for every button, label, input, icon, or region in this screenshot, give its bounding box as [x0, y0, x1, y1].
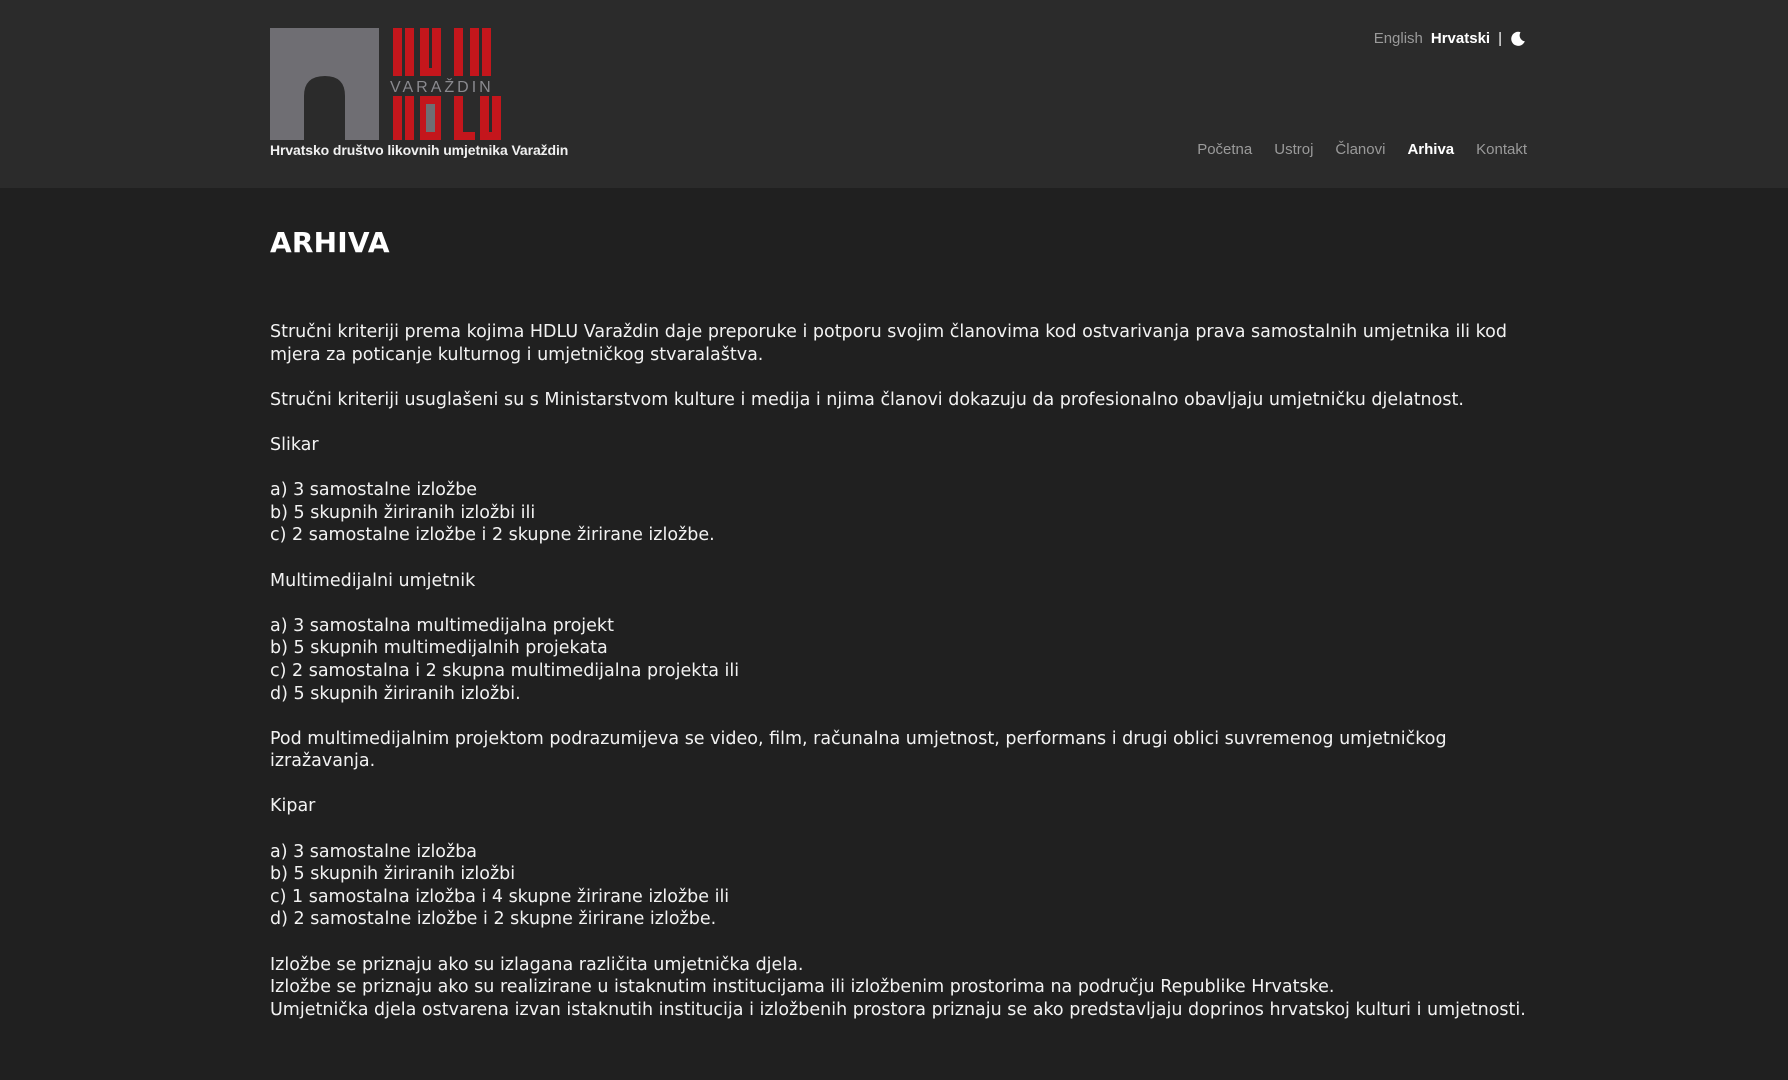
paragraph: Stručni kriteriji usuglašeni su s Minist…: [270, 389, 1530, 412]
text-line: d) 5 skupnih žiriranih izložbi.: [270, 683, 521, 704]
nav-item-pocetna[interactable]: Početna: [1197, 141, 1252, 158]
lang-english-link[interactable]: English: [1374, 30, 1423, 47]
paragraph: Pod multimedijalnim projektom podrazumij…: [270, 728, 1530, 773]
nav-item-ustroj[interactable]: Ustroj: [1274, 141, 1313, 158]
text-line: Multimedijalni umjetnik: [270, 570, 476, 591]
text-line: Izložbe se priznaju ako su izlagana razl…: [270, 954, 804, 975]
text-line: Stručni kriteriji prema kojima HDLU Vara…: [270, 322, 1507, 365]
text-line: Slikar: [270, 434, 319, 455]
text-line: a) 3 samostalne izložbe: [270, 480, 478, 501]
paragraph: Multimedijalni umjetnik: [270, 570, 1530, 593]
paragraph: a) 3 samostalna multimedijalna projekt b)…: [270, 615, 1530, 705]
paragraph: a) 3 samostalne izložbe b) 5 skupnih žiri…: [270, 479, 1530, 547]
language-switcher: English Hrvatski |: [1374, 30, 1526, 47]
text-line: Umjetnička djela ostvarena izvan istaknu…: [270, 999, 1526, 1020]
text-line: Stručni kriteriji usuglašeni su s Minist…: [270, 389, 1464, 410]
svg-text:VARAŽDIN: VARAŽDIN: [390, 77, 494, 96]
hdlu-logo[interactable]: VARAŽDIN: [270, 28, 510, 140]
main-content: ARHIVA Stručni kriteriji prema kojima HD…: [270, 226, 1530, 1044]
lang-hrvatski-link[interactable]: Hrvatski: [1431, 30, 1490, 47]
text-line: c) 2 samostalna i 2 skupna multimedijaln…: [270, 660, 740, 681]
moon-icon[interactable]: [1510, 31, 1526, 47]
text-line: b) 5 skupnih žiriranih izložbi ili: [270, 502, 536, 523]
text-line: Pod multimedijalnim projektom podrazumij…: [270, 728, 1447, 772]
paragraph: Stručni kriteriji prema kojima HDLU Vara…: [270, 321, 1530, 366]
paragraph: Kipar: [270, 795, 1530, 818]
paragraph: Slikar: [270, 434, 1530, 457]
page-title: ARHIVA: [270, 226, 390, 259]
text-line: c) 1 samostalna izložba i 4 skupne žirir…: [270, 886, 730, 907]
nav-item-clanovi[interactable]: Članovi: [1335, 141, 1385, 158]
main-nav: Početna Ustroj Članovi Arhiva Kontakt: [1197, 141, 1527, 158]
article-body: Stručni kriteriji prema kojima HDLU Vara…: [270, 321, 1530, 1021]
text-line: Kipar: [270, 796, 316, 817]
nav-item-kontakt[interactable]: Kontakt: [1476, 141, 1527, 158]
nav-item-arhiva[interactable]: Arhiva: [1407, 141, 1454, 158]
site-tagline: Hrvatsko društvo likovnih umjetnika Vara…: [270, 142, 569, 158]
text-line: a) 3 samostalne izložba: [270, 841, 478, 862]
text-line: c) 2 samostalne izložbe i 2 skupne žirir…: [270, 525, 715, 546]
text-line: b) 5 skupnih multimedijalnih projekata: [270, 638, 608, 659]
paragraph: Izložbe se priznaju ako su izlagana razl…: [270, 954, 1530, 1022]
text-line: d) 2 samostalne izložbe i 2 skupne žirir…: [270, 909, 717, 930]
text-line: Izložbe se priznaju ako su realizirane u…: [270, 977, 1335, 998]
site-header: VARAŽDIN Hrvatsko društvo likovnih umjet…: [0, 0, 1788, 188]
text-line: a) 3 samostalna multimedijalna projekt: [270, 615, 614, 636]
paragraph: a) 3 samostalne izložba b) 5 skupnih žiri…: [270, 841, 1530, 931]
text-line: b) 5 skupnih žiriranih izložbi: [270, 864, 516, 885]
lang-separator: |: [1498, 30, 1502, 47]
